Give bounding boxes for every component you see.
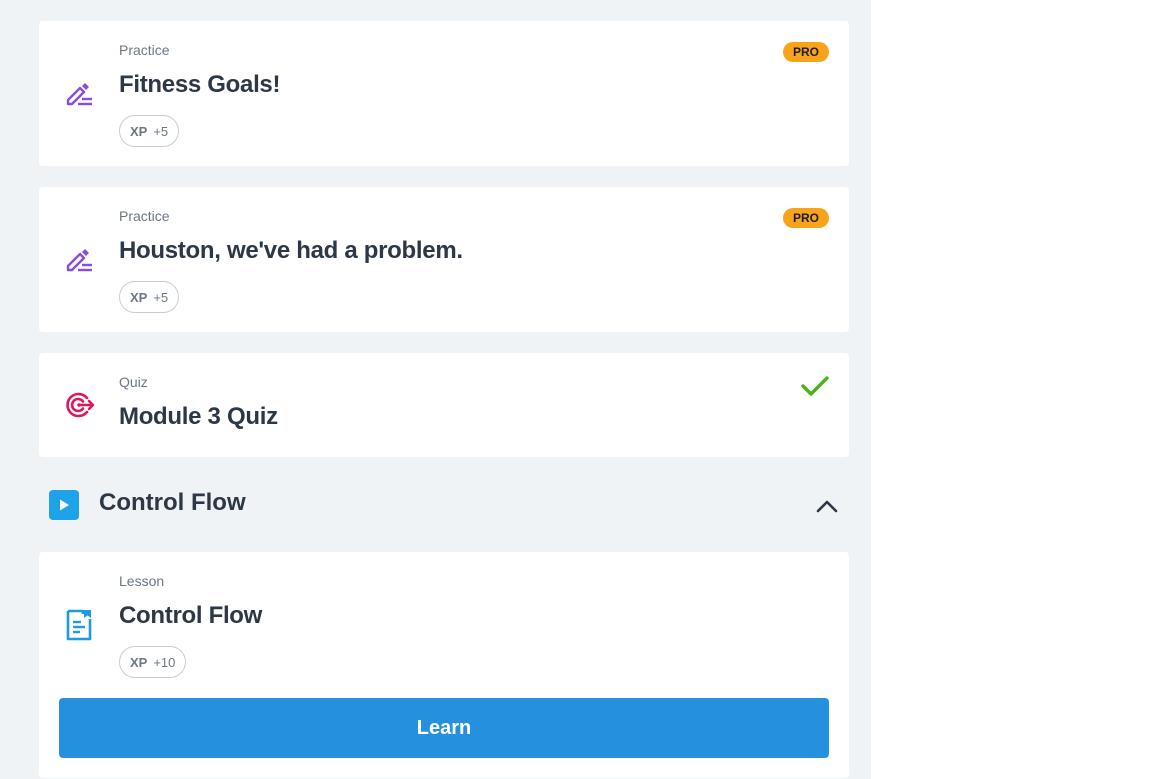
item-title[interactable]: Module 3 Quiz	[119, 403, 278, 431]
section-title: Control Flow	[99, 489, 246, 516]
right-blank-area	[871, 0, 1152, 779]
practice-card[interactable]: Practice Houston, we've had a problem. X…	[39, 187, 849, 332]
pro-badge: PRO	[783, 42, 829, 62]
item-type-label: Lesson	[119, 573, 165, 589]
xp-value: +5	[153, 289, 169, 305]
xp-label: XP	[130, 123, 148, 139]
section-header[interactable]: Control Flow	[39, 478, 849, 532]
lesson-card[interactable]: Lesson Control Flow XP +10 Learn	[39, 552, 849, 778]
item-type-label: Practice	[119, 208, 170, 224]
xp-label: XP	[130, 289, 148, 305]
document-lesson-icon	[62, 608, 96, 642]
xp-value: +5	[153, 123, 169, 139]
item-type-label: Quiz	[119, 374, 148, 390]
xp-pill: XP +5	[119, 115, 180, 147]
pro-badge: PRO	[783, 208, 829, 228]
learn-button[interactable]: Learn	[59, 698, 829, 758]
xp-value: +10	[153, 654, 176, 670]
item-type-label: Practice	[119, 42, 170, 58]
pencil-practice-icon	[62, 76, 96, 110]
item-title[interactable]: Houston, we've had a problem.	[119, 237, 463, 265]
course-module-column: Practice Fitness Goals! XP +5 PRO Practi…	[0, 0, 871, 779]
item-title[interactable]: Fitness Goals!	[119, 71, 280, 99]
xp-pill: XP +10	[119, 646, 187, 678]
item-title[interactable]: Control Flow	[119, 602, 262, 630]
pencil-practice-icon	[62, 242, 96, 276]
chevron-up-icon[interactable]	[815, 494, 839, 518]
practice-card[interactable]: Practice Fitness Goals! XP +5 PRO	[39, 21, 849, 166]
completed-check-icon	[801, 375, 829, 402]
xp-pill: XP +5	[119, 281, 180, 313]
play-icon	[49, 490, 79, 520]
xp-label: XP	[130, 654, 148, 670]
quiz-card[interactable]: Quiz Module 3 Quiz	[39, 353, 849, 457]
target-quiz-icon	[62, 388, 96, 422]
